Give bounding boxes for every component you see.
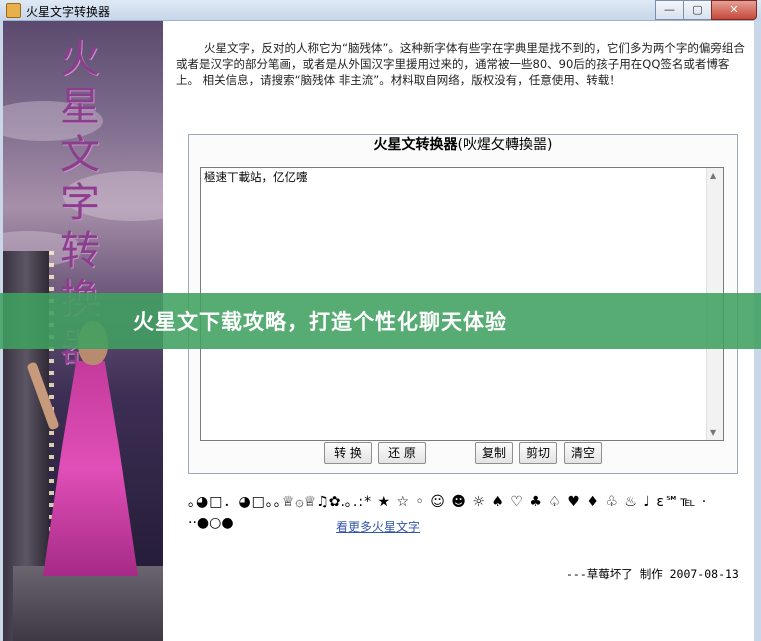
maximize-button[interactable]: ▢ (683, 0, 712, 20)
more-symbols-link[interactable]: 看更多火星文字 (336, 518, 420, 535)
close-button[interactable]: ✕ (711, 0, 757, 20)
restore-button[interactable]: 还 原 (378, 442, 426, 464)
app-icon (6, 3, 21, 18)
window-controls: — ▢ ✕ (655, 0, 757, 20)
copy-button[interactable]: 复制 (475, 442, 513, 464)
converter-title-alt: (吙煋攵轉換噐) (457, 137, 553, 153)
minimize-button[interactable]: — (655, 0, 684, 20)
author-signature: ---草莓坏了 制作 2007-08-13 (566, 567, 739, 581)
converter-title: 火星文转换器(吙煋攵轉換噐) (189, 135, 737, 155)
headline-overlay: 火星文下载攻略，打造个性化聊天体验 (0, 293, 761, 349)
text-input-content: 極速丅載站，亿亿嚏 (204, 170, 308, 184)
symbol-row-2: ··●○● (188, 515, 234, 531)
headline-text: 火星文下载攻略，打造个性化聊天体验 (133, 310, 507, 334)
window-title: 火星文字转换器 (26, 5, 111, 19)
title-bar: 火星文字转换器 — ▢ ✕ (0, 0, 761, 21)
intro-text: 火星文字，反对的人称它为“脑残体”。这种新字体有些字在字典里是找不到的，它们多为… (176, 41, 745, 87)
banner-title-char: 转 (60, 228, 100, 274)
woman-dress (43, 361, 138, 576)
converter-title-main: 火星文转换器 (373, 137, 458, 153)
convert-button[interactable]: 转 换 (324, 442, 372, 464)
banner-title-char: 火 (60, 36, 100, 82)
scroll-down-arrow-icon[interactable]: ▼ (710, 428, 716, 437)
symbol-row-1: ｡◕□．◕□｡｡♕۞♕♫✿.｡.:* ★ ☆ ◦ ☺ ☻ ☼ ♠ ♡ ♣ ♤ ♥… (188, 494, 708, 510)
banner-title-char: 星 (60, 84, 100, 130)
banner-title-char: 字 (60, 180, 100, 226)
cut-button[interactable]: 剪切 (519, 442, 557, 464)
stone-ledge (13, 566, 163, 641)
clear-button[interactable]: 清空 (564, 442, 602, 464)
banner-title-char: 文 (60, 132, 100, 178)
scroll-up-arrow-icon[interactable]: ▲ (710, 171, 716, 180)
